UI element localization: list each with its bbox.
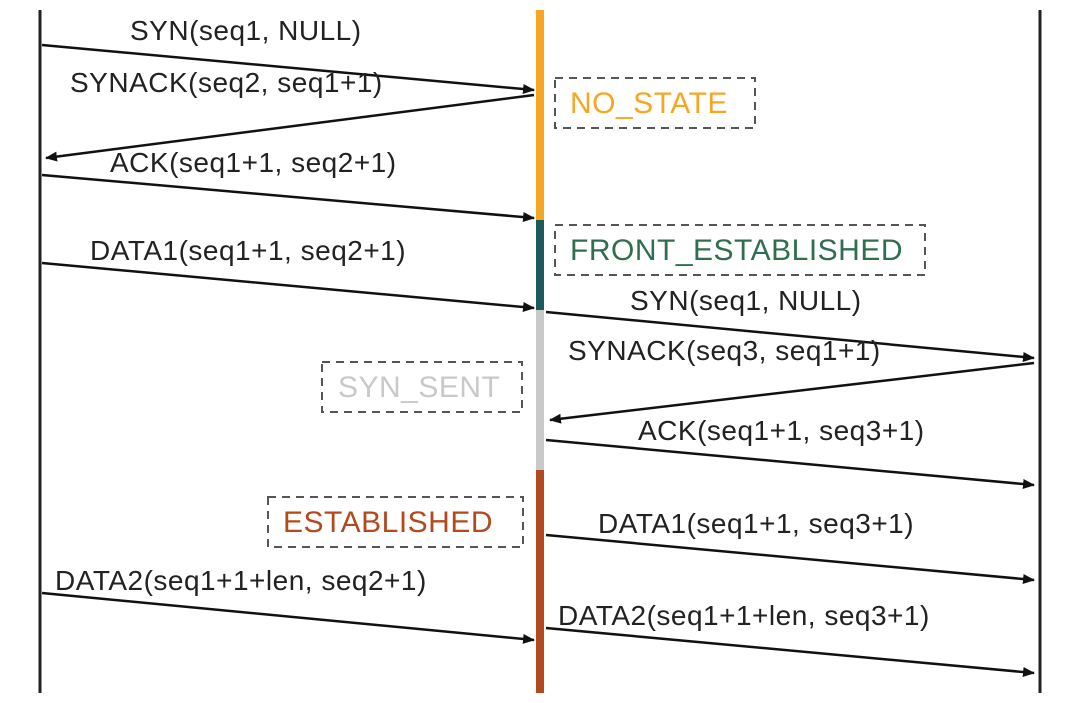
msg-right-ack-label: ACK(seq1+1, seq3+1) <box>638 415 925 446</box>
msg-left-ack-label: ACK(seq1+1, seq2+1) <box>110 147 397 178</box>
state-no-state-label: NO_STATE <box>570 87 728 120</box>
state-front-established-label: FRONT_ESTABLISHED <box>570 234 903 267</box>
msg-left-data2-arrow <box>42 593 534 640</box>
state-syn-sent: SYN_SENT <box>322 362 522 412</box>
state-established: ESTABLISHED <box>268 497 523 547</box>
state-no-state: NO_STATE <box>555 78 755 128</box>
msg-left-syn-label: SYN(seq1, NULL) <box>130 15 362 46</box>
msg-right-data1-arrow <box>546 535 1034 580</box>
msg-left-data1-label: DATA1(seq1+1, seq2+1) <box>90 235 406 266</box>
state-front-established: FRONT_ESTABLISHED <box>555 225 925 275</box>
msg-left-ack-arrow <box>42 175 534 218</box>
msg-right-syn-label: SYN(seq1, NULL) <box>630 285 862 316</box>
msg-left-data1-arrow <box>42 263 534 308</box>
state-syn-sent-label: SYN_SENT <box>338 371 500 404</box>
state-established-label: ESTABLISHED <box>283 506 493 539</box>
msg-right-synack-label: SYNACK(seq3, seq1+1) <box>568 335 881 366</box>
msg-left-synack-label: SYNACK(seq2, seq1+1) <box>70 67 383 98</box>
msg-right-data1-label: DATA1(seq1+1, seq3+1) <box>598 508 914 539</box>
msg-right-ack-arrow <box>546 440 1034 485</box>
sequence-diagram: SYN(seq1, NULL) SYNACK(seq2, seq1+1) ACK… <box>0 0 1080 703</box>
msg-left-data2-label: DATA2(seq1+1+len, seq2+1) <box>55 565 427 596</box>
msg-right-data2-arrow <box>546 628 1034 673</box>
msg-right-data2-label: DATA2(seq1+1+len, seq3+1) <box>558 600 930 631</box>
msg-right-synack-arrow <box>550 363 1034 420</box>
